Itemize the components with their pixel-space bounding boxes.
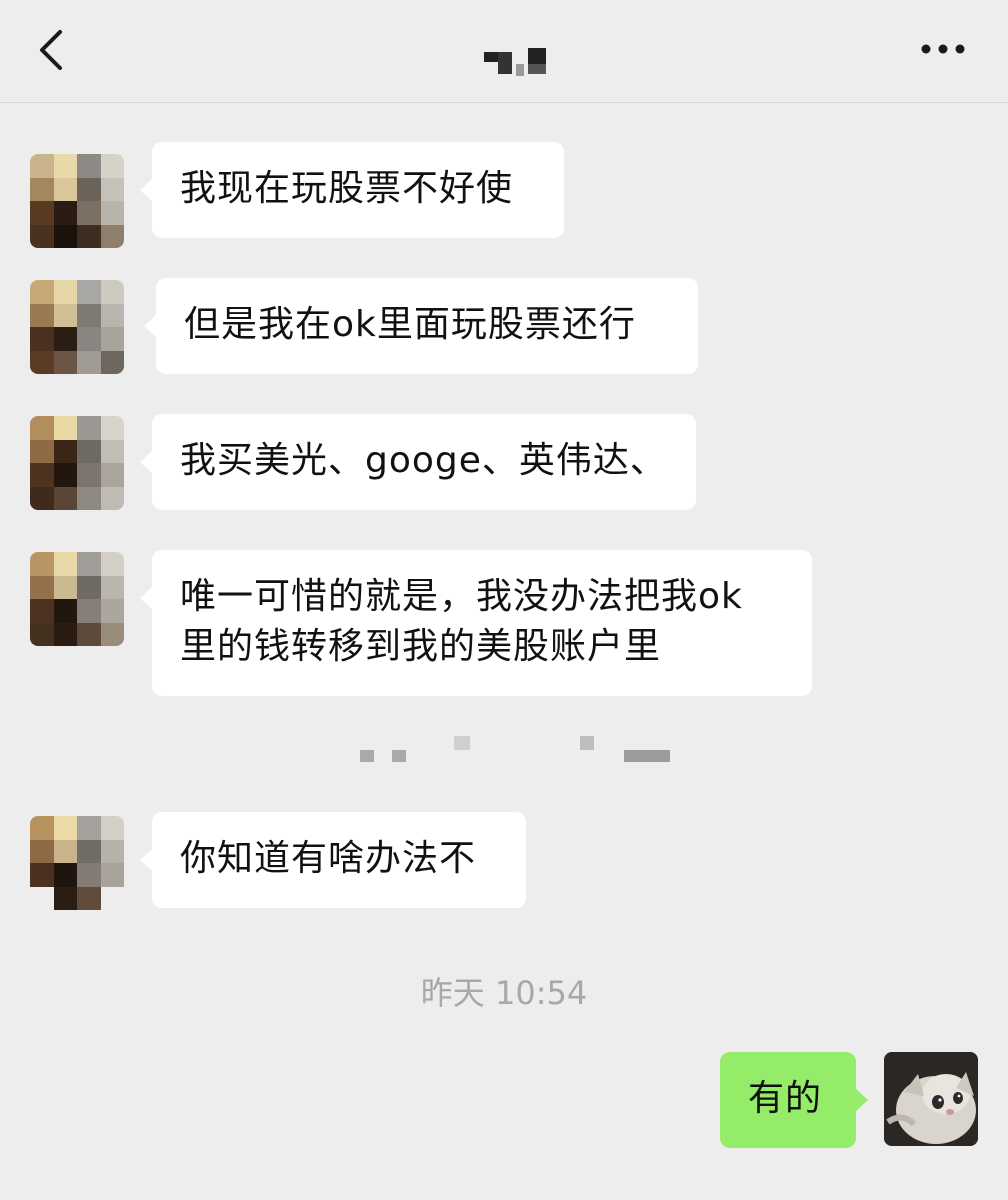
message-text: 但是我在ok里面玩股票还行 <box>184 304 636 345</box>
contact-avatar[interactable] <box>30 416 124 510</box>
message-text: 我现在玩股票不好使 <box>180 168 514 209</box>
message-bubble[interactable]: 我现在玩股票不好使 <box>140 142 564 238</box>
my-message-bubble[interactable]: 有的 <box>720 1052 868 1148</box>
contact-avatar[interactable] <box>30 280 124 374</box>
message-bubble[interactable]: 我买美光、googe、英伟达、 <box>140 414 696 510</box>
message-text: 有的 <box>748 1078 823 1119</box>
contact-avatar[interactable] <box>30 816 124 910</box>
message-bubble[interactable]: 唯一可惜的就是，我没办法把我ok 里的钱转移到我的美股账户里 <box>140 550 812 696</box>
chat-header <box>0 0 1008 103</box>
message-text-line: 唯一可惜的就是，我没办法把我ok <box>180 576 743 617</box>
message-text: 你知道有啥办法不 <box>180 838 477 879</box>
chevron-left-icon[interactable] <box>30 22 74 78</box>
cat-photo-avatar <box>884 1052 978 1146</box>
message-text-line: 里的钱转移到我的美股账户里 <box>180 626 662 667</box>
ellipsis-icon[interactable] <box>918 34 968 64</box>
message-text: 我买美光、googe、英伟达、 <box>180 440 667 481</box>
message-bubble[interactable]: 但是我在ok里面玩股票还行 <box>144 278 698 374</box>
my-avatar[interactable] <box>884 1052 978 1146</box>
contact-avatar[interactable] <box>30 154 124 248</box>
contact-avatar[interactable] <box>30 552 124 646</box>
message-timestamp: 昨天 10:54 <box>420 974 588 1012</box>
censored-text-pixelated <box>360 736 670 762</box>
contact-name-pixelated <box>484 48 546 76</box>
message-bubble[interactable]: 你知道有啥办法不 <box>140 812 526 908</box>
